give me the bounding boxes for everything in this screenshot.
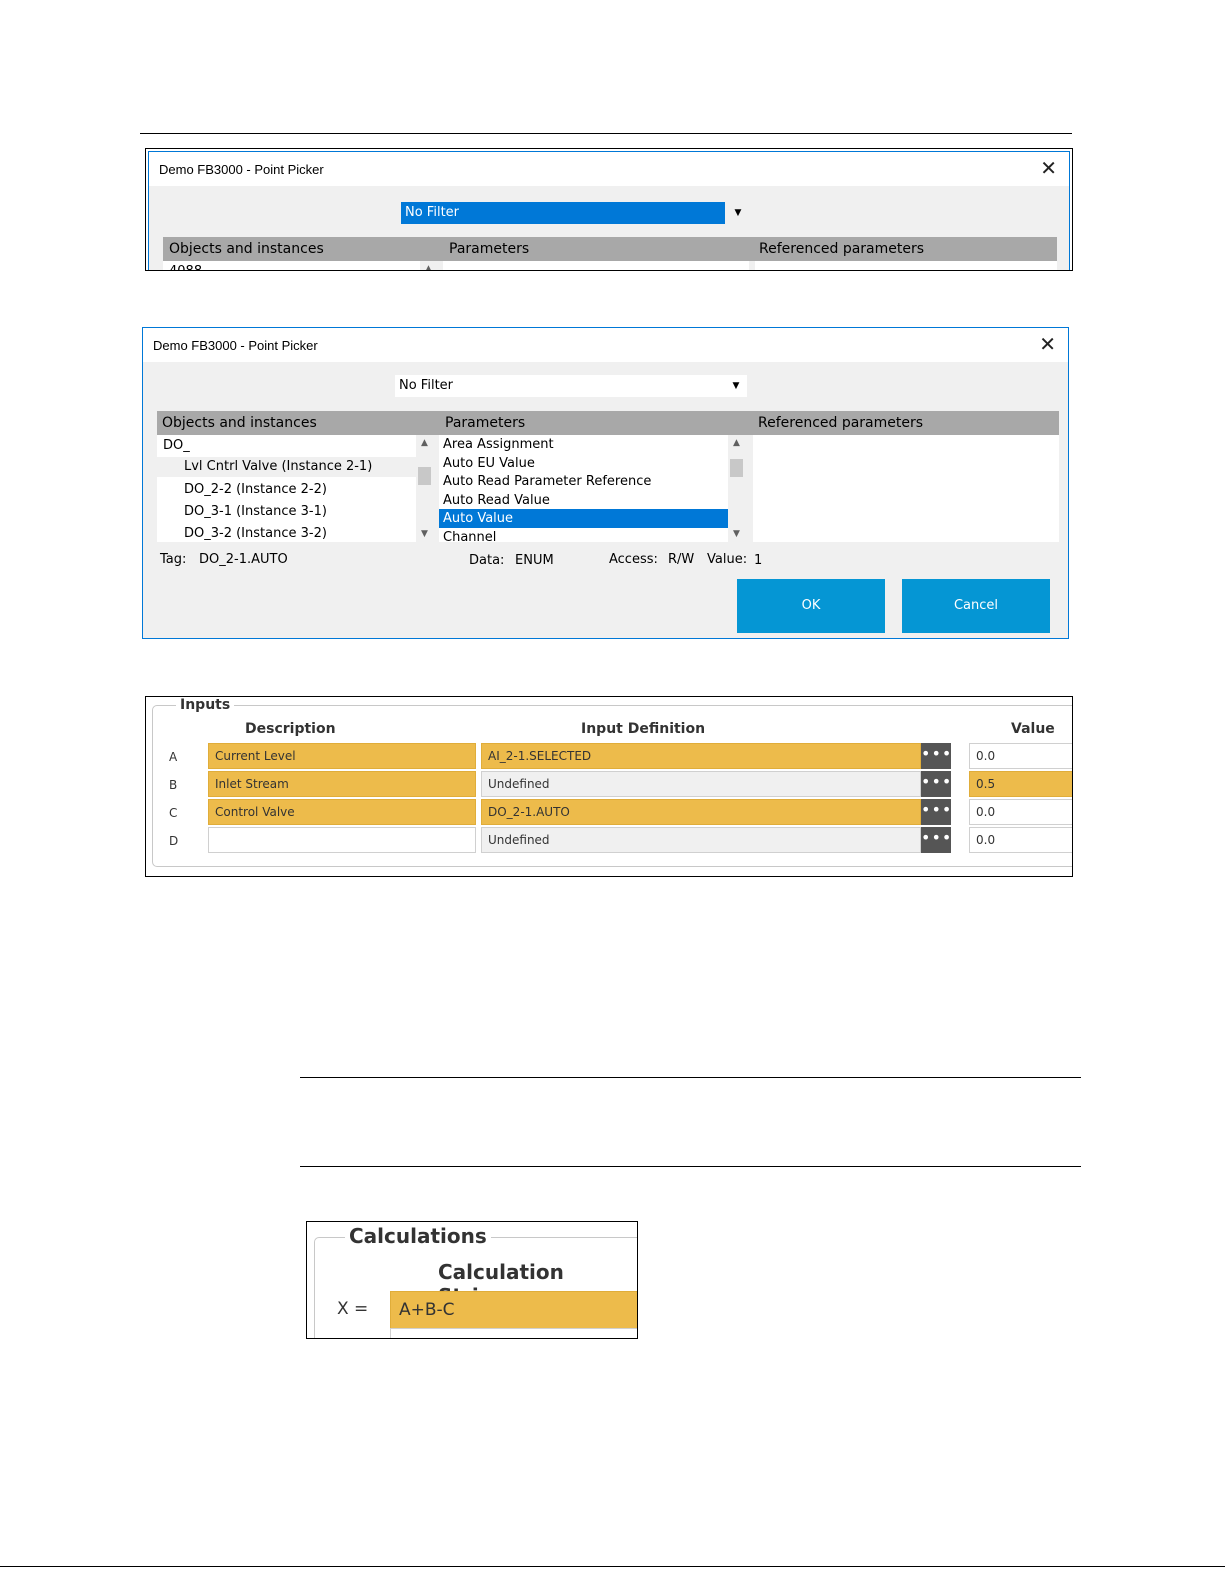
row-label-a: A: [169, 750, 178, 764]
scroll-up-icon[interactable]: ▲: [416, 435, 433, 451]
scroll-thumb[interactable]: [730, 459, 743, 477]
filter-dropdown[interactable]: No Filter ▼: [401, 202, 749, 224]
row-label-c: C: [169, 806, 178, 820]
description-field-b[interactable]: Inlet Stream: [208, 771, 476, 797]
browse-button-b[interactable]: •••: [921, 771, 951, 797]
access-label: Access:: [609, 552, 658, 567]
objects-list[interactable]: 4088 ▲: [163, 261, 437, 270]
browse-button-a[interactable]: •••: [921, 743, 951, 769]
tag-label: Tag:: [160, 552, 187, 567]
value-value: 1: [754, 553, 763, 568]
header-objects: Objects and instances: [169, 241, 324, 257]
chevron-down-icon[interactable]: ▼: [725, 375, 747, 397]
referenced-list[interactable]: [755, 261, 1057, 270]
row-label-d: D: [169, 834, 179, 848]
header-value: Value: [1011, 721, 1055, 737]
scroll-down-icon[interactable]: ▼: [416, 526, 433, 542]
filter-value: No Filter: [405, 205, 460, 220]
object-item[interactable]: DO_3-1 (Instance 3-1): [157, 502, 433, 522]
inputs-legend: Inputs: [176, 697, 235, 713]
dialog-title: Demo FB3000 - Point Picker: [159, 162, 324, 177]
column-headers: Objects and instances Parameters Referen…: [157, 411, 1059, 435]
parameters-list[interactable]: Area Assignment Auto EU Value Auto Read …: [439, 435, 745, 542]
parameter-item[interactable]: Area Assignment: [439, 435, 745, 454]
input-definition-field-d[interactable]: Undefined: [481, 827, 921, 853]
filter-value: No Filter: [399, 378, 454, 393]
point-picker-dialog-cropped: Demo FB3000 - Point Picker ✕ No Filter ▼…: [145, 148, 1073, 271]
calculation-string-field[interactable]: A+B-C: [390, 1291, 637, 1329]
tag-value: DO_2-1.AUTO: [199, 552, 288, 567]
parameters-scrollbar[interactable]: ▲ ▼: [728, 435, 745, 542]
value-field-c[interactable]: 0.0: [969, 799, 1072, 825]
object-item[interactable]: DO_3-2 (Instance 3-2): [157, 524, 433, 542]
input-definition-field-a[interactable]: AI_2-1.SELECTED: [481, 743, 921, 769]
header-referenced: Referenced parameters: [759, 241, 925, 257]
close-icon[interactable]: ✕: [1039, 334, 1056, 354]
chevron-down-icon[interactable]: ▼: [727, 202, 749, 224]
data-value: ENUM: [515, 553, 554, 568]
object-item-group[interactable]: DO_: [157, 436, 433, 456]
description-field-d[interactable]: [208, 827, 476, 853]
browse-button-c[interactable]: •••: [921, 799, 951, 825]
browse-button-d[interactable]: •••: [921, 827, 951, 853]
header-input-definition: Input Definition: [581, 721, 706, 737]
object-item-selected[interactable]: Lvl Cntrl Valve (Instance 2-1): [157, 457, 416, 477]
objects-scrollbar[interactable]: ▲ ▼: [416, 435, 433, 542]
dialog-frame: Demo FB3000 - Point Picker ✕ No Filter ▼…: [148, 151, 1070, 270]
access-value: R/W: [668, 552, 695, 567]
cancel-button[interactable]: Cancel: [902, 579, 1050, 633]
parameter-item[interactable]: Auto EU Value: [439, 454, 745, 473]
input-definition-field-c[interactable]: DO_2-1.AUTO: [481, 799, 921, 825]
parameter-item[interactable]: Channel: [439, 528, 745, 542]
bottom-rule: [0, 1566, 1225, 1567]
data-label: Data:: [469, 553, 505, 568]
header-parameters: Parameters: [445, 415, 526, 431]
object-item[interactable]: DO_2-2 (Instance 2-2): [157, 480, 433, 500]
value-field-a[interactable]: 0.0: [969, 743, 1072, 769]
inputs-panel: Inputs Description Input Definition Valu…: [145, 696, 1073, 877]
calculation-string-field-next[interactable]: [390, 1328, 637, 1338]
ok-button[interactable]: OK: [737, 579, 885, 633]
header-parameters: Parameters: [449, 241, 530, 257]
calculations-legend: Calculations: [345, 1224, 491, 1248]
description-field-a[interactable]: Current Level: [208, 743, 476, 769]
top-rule: [140, 133, 1072, 134]
value-field-b[interactable]: 0.5: [969, 771, 1072, 797]
header-description: Description: [245, 721, 336, 737]
title-bar: Demo FB3000 - Point Picker ✕: [143, 328, 1068, 362]
parameter-item-selected[interactable]: Auto Value: [439, 509, 728, 528]
parameters-list[interactable]: [443, 261, 749, 270]
point-picker-dialog: Demo FB3000 - Point Picker ✕ No Filter ▼…: [142, 327, 1069, 639]
scroll-down-icon[interactable]: ▼: [728, 526, 745, 542]
description-field-c[interactable]: Control Valve: [208, 799, 476, 825]
filter-dropdown[interactable]: No Filter ▼: [395, 375, 747, 397]
row-label-x: X =: [337, 1299, 369, 1319]
scroll-thumb[interactable]: [418, 467, 431, 485]
value-label: Value:: [707, 552, 748, 567]
section-rule-top: [300, 1077, 1081, 1078]
column-headers: Objects and instances Parameters Referen…: [163, 237, 1057, 261]
header-referenced: Referenced parameters: [758, 415, 924, 431]
list-item[interactable]: 4088: [169, 262, 437, 270]
parameter-item[interactable]: Auto Read Parameter Reference: [439, 472, 745, 491]
objects-scrollbar[interactable]: ▲: [420, 261, 437, 270]
title-bar: Demo FB3000 - Point Picker ✕: [149, 152, 1069, 186]
scroll-up-icon[interactable]: ▲: [420, 261, 437, 270]
close-icon[interactable]: ✕: [1040, 158, 1057, 178]
referenced-list[interactable]: [753, 435, 1059, 542]
input-definition-field-b[interactable]: Undefined: [481, 771, 921, 797]
section-rule-bottom: [300, 1166, 1081, 1167]
dialog-title: Demo FB3000 - Point Picker: [153, 338, 318, 353]
scroll-up-icon[interactable]: ▲: [728, 435, 745, 451]
value-field-d[interactable]: 0.0: [969, 827, 1072, 853]
header-objects: Objects and instances: [162, 415, 317, 431]
calculations-panel: Calculations Calculation Strings X = A+B…: [306, 1221, 638, 1339]
objects-list[interactable]: DO_ Lvl Cntrl Valve (Instance 2-1) DO_2-…: [157, 435, 433, 542]
parameter-item[interactable]: Auto Read Value: [439, 491, 745, 510]
row-label-b: B: [169, 778, 178, 792]
